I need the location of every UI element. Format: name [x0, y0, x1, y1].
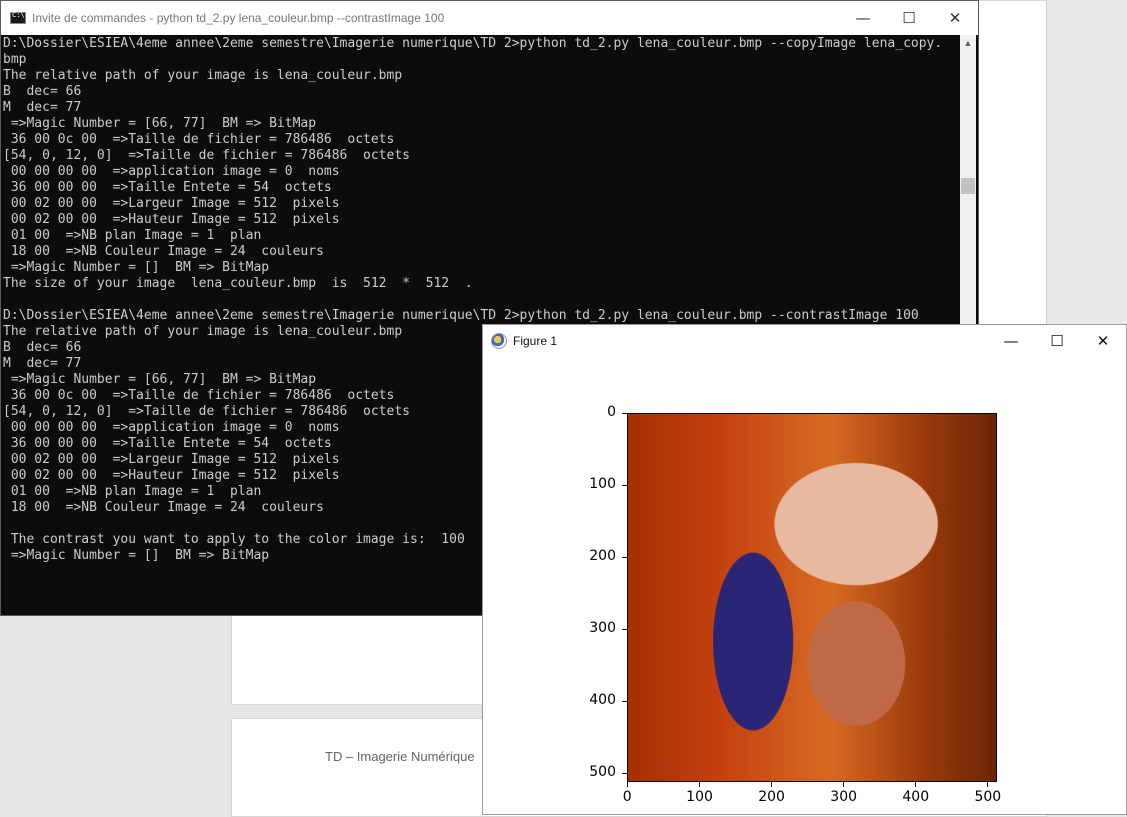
console-line: B dec= 66 — [3, 84, 82, 99]
y-tick-mark — [622, 772, 627, 774]
y-tick-mark — [622, 628, 627, 630]
console-line: 00 02 00 00 =>Largeur Image = 512 pixels — [3, 196, 340, 211]
console-line: =>Magic Number = [] BM => BitMap — [3, 260, 270, 275]
console-line: =>Magic Number = [66, 77] BM => BitMap — [3, 116, 317, 131]
console-line: 18 00 =>NB Couleur Image = 24 couleurs — [3, 244, 324, 259]
console-line: The size of your image lena_couleur.bmp … — [3, 276, 473, 291]
console-line: 36 00 00 00 =>Taille Entete = 54 octets — [3, 180, 332, 195]
x-tick-mark — [986, 782, 988, 787]
scroll-up-arrow-icon[interactable]: ▲ — [960, 35, 976, 51]
console-title: Invite de commandes - python td_2.py len… — [32, 11, 445, 25]
console-line: D:\Dossier\ESIEA\4eme annee\2eme semestr… — [3, 308, 919, 323]
x-tick-label: 200 — [758, 789, 785, 805]
console-line: 00 00 00 00 =>application image = 0 noms — [3, 164, 340, 179]
matplotlib-icon — [491, 332, 507, 349]
figure-titlebar[interactable]: Figure 1 — ☐ ✕ — [483, 325, 1126, 356]
x-tick-mark — [626, 782, 628, 787]
y-tick-mark — [622, 700, 627, 702]
x-tick-label: 500 — [974, 789, 1002, 805]
console-maximize-button[interactable]: ☐ — [886, 1, 932, 35]
y-tick-mark — [622, 556, 627, 558]
console-line: D:\Dossier\ESIEA\4eme annee\2eme semestr… — [3, 36, 943, 51]
y-tick-label: 0 — [607, 404, 616, 420]
lena-image — [627, 413, 997, 782]
y-tick-label: 500 — [589, 764, 616, 781]
x-tick-mark — [698, 782, 700, 787]
figure-close-button[interactable]: ✕ — [1080, 325, 1126, 356]
x-tick-label: 0 — [622, 789, 632, 805]
figure-maximize-button[interactable]: ☐ — [1034, 325, 1080, 356]
console-window-controls: — ☐ ✕ — [840, 1, 978, 35]
y-tick-label: 300 — [589, 620, 616, 637]
figure-title: Figure 1 — [513, 333, 558, 348]
console-line: 36 00 0c 00 =>Taille de fichier = 786486… — [3, 132, 395, 147]
x-tick-label: 300 — [830, 789, 858, 805]
console-line: bmp — [3, 52, 27, 67]
console-titlebar[interactable]: Invite de commandes - python td_2.py len… — [1, 1, 978, 35]
scroll-thumb[interactable] — [961, 178, 975, 194]
figure-minimize-button[interactable]: — — [988, 325, 1034, 356]
figure-window-controls: — ☐ ✕ — [988, 325, 1126, 356]
console-line: [54, 0, 12, 0] =>Taille de fichier = 786… — [3, 148, 410, 163]
x-tick-label: 100 — [686, 789, 713, 805]
console-line: 00 02 00 00 =>Hauteur Image = 512 pixels — [3, 212, 340, 227]
x-tick-mark — [770, 782, 772, 787]
y-tick-mark — [622, 412, 627, 414]
console-close-button[interactable]: ✕ — [932, 1, 978, 35]
console-line: M dec= 77 — [3, 100, 82, 115]
x-tick-mark — [914, 782, 916, 787]
y-tick-label: 100 — [589, 476, 616, 493]
console-minimize-button[interactable]: — — [840, 1, 886, 35]
document-footer-text: TD – Imagerie Numérique — [325, 749, 475, 764]
y-tick-mark — [622, 484, 627, 486]
x-tick-label: 400 — [902, 789, 930, 805]
y-tick-label: 200 — [589, 548, 616, 565]
console-app-icon — [10, 11, 26, 24]
console-line: The relative path of your image is lena_… — [3, 68, 403, 83]
console-line: 01 00 =>NB plan Image = 1 plan — [3, 228, 262, 243]
x-tick-mark — [842, 782, 844, 787]
y-tick-label: 400 — [589, 692, 616, 709]
figure-window[interactable]: Figure 1 — ☐ ✕ 0 100 200 300 400 500 0 100 200 30… — [482, 324, 1127, 815]
